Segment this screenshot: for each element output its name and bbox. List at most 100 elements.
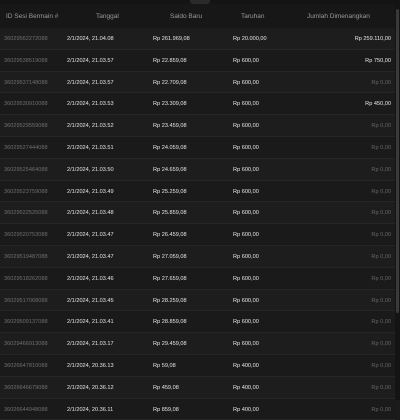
new-balance-cell: Rp 859,08 (153, 406, 179, 413)
bet-cell: Rp 600,00 (233, 275, 259, 282)
table-row[interactable]: 36029523759088 2/1/2024, 21.03.49 Rp 25.25… (0, 180, 395, 203)
new-balance-cell: Rp 27.659,08 (153, 275, 187, 282)
amount-won-cell: Rp 0,00 (371, 341, 391, 348)
session-id-cell: 36029518262088 (4, 275, 48, 282)
date-cell: 2/1/2024, 21.03.53 (67, 101, 114, 108)
amount-won-cell: Rp 0,00 (371, 297, 391, 304)
new-balance-cell: Rp 25.859,08 (153, 210, 187, 217)
bet-cell: Rp 600,00 (233, 253, 259, 260)
header-bet: Taruhan (241, 13, 265, 20)
vertical-scrollbar[interactable] (395, 4, 400, 400)
session-id-cell: 36026647810088 (4, 362, 48, 369)
header-amount-won: Jumlah Dimenangkan (307, 13, 370, 20)
history-table-body: 36029562272088 2/1/2024, 21.04.08 Rp 261.9… (0, 28, 395, 420)
session-id-cell: 36029537148088 (4, 79, 48, 86)
new-balance-cell: Rp 59,08 (153, 362, 176, 369)
bet-cell: Rp 400,00 (233, 362, 259, 369)
session-id-cell: 36026644948088 (4, 406, 48, 413)
date-cell: 2/1/2024, 21.03.57 (67, 79, 114, 86)
bet-cell: Rp 400,00 (233, 384, 259, 391)
date-cell: 2/1/2024, 20.36.12 (67, 384, 114, 391)
table-row[interactable]: 36029538519088 2/1/2024, 21.03.57 Rp 22.85… (0, 49, 395, 72)
session-id-cell: 36029530910088 (4, 101, 48, 108)
date-cell: 2/1/2024, 21.03.47 (67, 232, 114, 239)
date-cell: 2/1/2024, 21.03.45 (67, 297, 114, 304)
session-id-cell: 36029523759088 (4, 188, 48, 195)
header-new-balance: Saldo Baru (170, 13, 203, 20)
date-cell: 2/1/2024, 21.03.47 (67, 253, 114, 260)
bet-cell: Rp 600,00 (233, 232, 259, 239)
bet-cell: Rp 600,00 (233, 144, 259, 151)
table-row[interactable]: 36029529559088 2/1/2024, 21.03.52 Rp 23.45… (0, 115, 395, 137)
table-row[interactable]: 36026644948088 2/1/2024, 20.36.11 Rp 859,0… (0, 398, 395, 420)
bet-cell: Rp 600,00 (233, 57, 259, 64)
bet-cell: Rp 600,00 (233, 101, 259, 108)
new-balance-cell: Rp 22.859,08 (153, 57, 187, 64)
amount-won-cell: Rp 0,00 (371, 210, 391, 217)
amount-won-cell: Rp 0,00 (371, 166, 391, 173)
bet-cell: Rp 600,00 (233, 188, 259, 195)
date-cell: 2/1/2024, 21.03.17 (67, 341, 114, 348)
date-cell: 2/1/2024, 20.36.11 (67, 406, 114, 413)
session-id-cell: 36029466913088 (4, 341, 48, 348)
table-row[interactable]: 36029466913088 2/1/2024, 21.03.17 Rp 29.45… (0, 333, 395, 355)
date-cell: 2/1/2024, 21.04.08 (67, 36, 114, 42)
table-row[interactable]: 36029530910088 2/1/2024, 21.03.53 Rp 23.30… (0, 93, 395, 116)
table-row[interactable]: 36029517068088 2/1/2024, 21.03.45 Rp 28.25… (0, 289, 395, 312)
amount-won-cell: Rp 0,00 (371, 232, 391, 239)
bet-cell: Rp 600,00 (233, 319, 259, 326)
date-cell: 2/1/2024, 20.36.13 (67, 362, 114, 369)
table-row[interactable]: 36029527444088 2/1/2024, 21.03.51 Rp 24.05… (0, 136, 395, 159)
table-row[interactable]: 36029562272088 2/1/2024, 21.04.08 Rp 261.9… (0, 28, 395, 50)
header-date: Tanggal (96, 13, 119, 20)
amount-won-cell: Rp 0,00 (371, 319, 391, 326)
new-balance-cell: Rp 25.259,08 (153, 188, 187, 195)
date-cell: 2/1/2024, 21.03.51 (67, 144, 114, 151)
bet-cell: Rp 20.000,00 (233, 36, 267, 42)
amount-won-cell: Rp 0,00 (371, 188, 391, 195)
table-row[interactable]: 36026646679088 2/1/2024, 20.36.12 Rp 459,0… (0, 376, 395, 399)
history-panel: ID Sesi Bermain # Tanggal Saldo Baru Tar… (0, 0, 400, 420)
amount-won-cell: Rp 0,00 (371, 384, 391, 391)
amount-won-cell: Rp 0,00 (371, 362, 391, 369)
new-balance-cell: Rp 28.859,08 (153, 319, 187, 326)
new-balance-cell: Rp 459,08 (153, 384, 179, 391)
bet-cell: Rp 600,00 (233, 166, 259, 173)
new-balance-cell: Rp 22.709,08 (153, 79, 187, 86)
amount-won-cell: Rp 0,00 (371, 275, 391, 282)
session-id-cell: 36029520753088 (4, 232, 48, 239)
amount-won-cell: Rp 0,00 (371, 406, 391, 413)
session-id-cell: 36029517068088 (4, 297, 48, 304)
table-row[interactable]: 36029522525088 2/1/2024, 21.03.48 Rp 25.85… (0, 202, 395, 225)
table-row[interactable]: 36029537148088 2/1/2024, 21.03.57 Rp 22.70… (0, 71, 395, 94)
session-id-cell: 36029522525088 (4, 210, 48, 217)
date-cell: 2/1/2024, 21.03.41 (67, 319, 114, 326)
new-balance-cell: Rp 24.059,08 (153, 144, 187, 151)
table-row[interactable]: 36029509137088 2/1/2024, 21.03.41 Rp 28.85… (0, 311, 395, 334)
date-cell: 2/1/2024, 21.03.48 (67, 210, 114, 217)
bet-cell: Rp 600,00 (233, 297, 259, 304)
bet-cell: Rp 600,00 (233, 79, 259, 86)
header-session-id: ID Sesi Bermain # (6, 13, 59, 20)
new-balance-cell: Rp 23.459,08 (153, 123, 187, 130)
table-row[interactable]: 36029519487088 2/1/2024, 21.03.47 Rp 27.05… (0, 245, 395, 268)
amount-won-cell: Rp 750,00 (365, 57, 391, 64)
date-cell: 2/1/2024, 21.03.50 (67, 166, 114, 173)
new-balance-cell: Rp 28.259,08 (153, 297, 187, 304)
session-id-cell: 36029525464088 (4, 166, 48, 173)
amount-won-cell: Rp 0,00 (371, 123, 391, 130)
scrollbar-thumb[interactable] (396, 9, 399, 313)
table-row[interactable]: 36029518262088 2/1/2024, 21.03.46 Rp 27.65… (0, 267, 395, 290)
bet-cell: Rp 600,00 (233, 210, 259, 217)
table-header: ID Sesi Bermain # Tanggal Saldo Baru Tar… (0, 4, 395, 29)
bet-cell: Rp 400,00 (233, 406, 259, 413)
new-balance-cell: Rp 29.459,08 (153, 341, 187, 348)
table-row[interactable]: 36029525464088 2/1/2024, 21.03.50 Rp 24.65… (0, 158, 395, 181)
table-row[interactable]: 36026647810088 2/1/2024, 20.36.13 Rp 59,08… (0, 354, 395, 377)
date-cell: 2/1/2024, 21.03.57 (67, 57, 114, 64)
amount-won-cell: Rp 450,00 (365, 101, 391, 108)
table-row[interactable]: 36029520753088 2/1/2024, 21.03.47 Rp 26.45… (0, 224, 395, 246)
session-id-cell: 36029538519088 (4, 57, 48, 64)
date-cell: 2/1/2024, 21.03.46 (67, 275, 114, 282)
new-balance-cell: Rp 23.309,08 (153, 101, 187, 108)
